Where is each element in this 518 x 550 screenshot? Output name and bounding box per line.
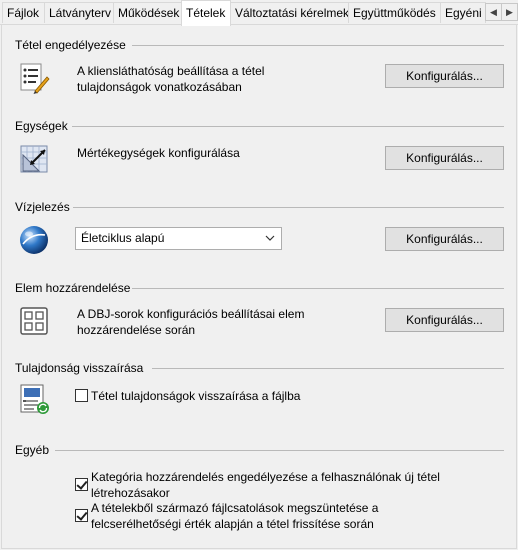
writeback-checkbox-label[interactable]: Tétel tulajdonságok visszaírása a fájlba [91,388,300,404]
section-title-watermark: Vízjelezés [15,200,70,214]
section-title-item-enable: Tétel engedélyezése [15,38,126,52]
tab-custom[interactable]: Egyéni [440,2,486,23]
tab-files[interactable]: Fájlok [2,2,45,23]
item-enable-description: A kliensláthatóság beállítása a tétel tu… [77,64,265,94]
tab-visualization[interactable]: Látványterv [44,2,114,23]
tab-items[interactable]: Tételek [181,0,231,26]
writeback-checkbox[interactable] [75,389,88,402]
chevron-down-icon [265,228,275,256]
detach-attachments-checkbox[interactable] [75,509,88,522]
detach-attachments-label[interactable]: A tételekből származó fájlcsatolások meg… [91,500,471,532]
ruler-grid-icon [18,143,50,175]
tab-strip: Fájlok Látványterv Működések Tételek Vál… [0,0,518,26]
section-divider [55,450,504,451]
section-divider [72,126,504,127]
configure-item-enable-button[interactable]: Konfigurálás... [385,64,504,88]
configure-element-assign-button[interactable]: Konfigurálás... [385,308,504,332]
tab-scroll-right-icon[interactable]: ▶ [501,3,518,21]
category-assignment-checkbox[interactable] [75,478,88,491]
watermark-mode-select[interactable]: Életciklus alapú [75,227,282,250]
tab-behaviors[interactable]: Működések [113,2,182,23]
tab-collaboration[interactable]: Együttműködés [348,2,441,23]
units-description: Mértékegységek konfigurálása [77,146,240,160]
configure-units-button[interactable]: Konfigurálás... [385,146,504,170]
tab-change-orders[interactable]: Változtatási kérelmek [230,2,349,23]
writeback-icon [18,383,50,415]
section-divider [132,45,504,46]
configure-watermark-button[interactable]: Konfigurálás... [385,227,504,251]
section-title-other: Egyéb [15,443,50,457]
section-title-property-writeback: Tulajdonság visszaírása [15,361,144,375]
watermark-mode-value: Életciklus alapú [81,231,165,245]
tab-scroll-left-icon[interactable]: ◀ [485,3,502,21]
globe-icon [18,224,50,256]
section-title-element-assign: Elem hozzárendelése [15,281,131,295]
element-assign-description: A DBJ-sorok konfigurációs beállításai el… [77,307,305,337]
section-divider [132,288,504,289]
section-divider [152,368,504,369]
section-title-units: Egységek [15,119,68,133]
list-pencil-icon [18,62,50,94]
category-assignment-label[interactable]: Kategória hozzárendelés engedélyezése a … [91,469,451,501]
grid-icon [18,305,50,337]
section-divider [73,207,504,208]
